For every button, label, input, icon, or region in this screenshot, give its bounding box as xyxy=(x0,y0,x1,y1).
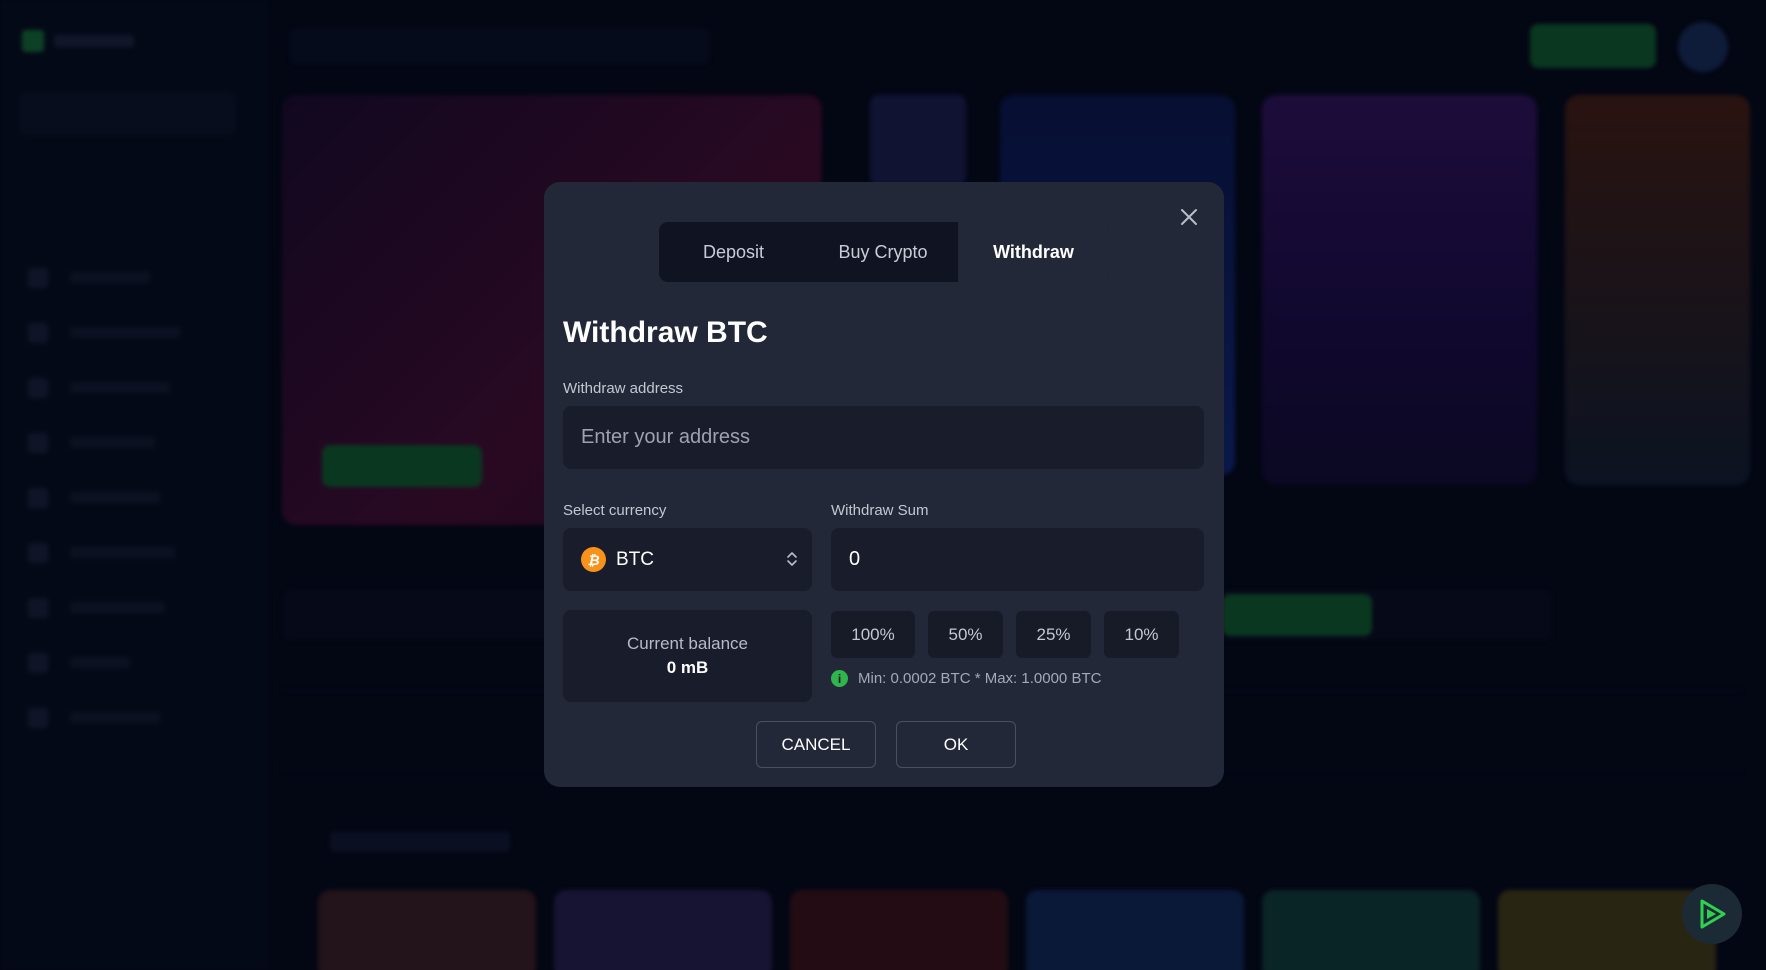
percent-10-button[interactable]: 10% xyxy=(1104,611,1179,658)
withdraw-address-input[interactable] xyxy=(563,406,1204,469)
tab-buy-crypto[interactable]: Buy Crypto xyxy=(808,222,958,282)
limits-text: Min: 0.0002 BTC * Max: 1.0000 BTC xyxy=(858,670,1102,687)
close-icon xyxy=(1181,209,1197,225)
percent-50-button[interactable]: 50% xyxy=(928,611,1003,658)
tab-withdraw[interactable]: Withdraw xyxy=(958,222,1109,282)
balance-label: Current balance xyxy=(627,634,748,653)
close-button[interactable] xyxy=(1174,202,1204,232)
modal-title: Withdraw BTC xyxy=(563,316,768,349)
floating-play-button[interactable] xyxy=(1682,884,1742,944)
address-label: Withdraw address xyxy=(563,380,684,397)
info-icon: i xyxy=(831,670,848,687)
current-balance-box: Current balance 0 mB xyxy=(563,610,812,702)
currency-value: BTC xyxy=(616,548,654,570)
percent-25-button[interactable]: 25% xyxy=(1016,611,1091,658)
tab-deposit[interactable]: Deposit xyxy=(659,222,808,282)
ok-button[interactable]: OK xyxy=(896,721,1016,768)
play-icon xyxy=(1700,899,1726,929)
percent-buttons: 100% 50% 25% 10% xyxy=(831,611,1179,658)
btc-icon: ₿ xyxy=(581,547,606,572)
withdraw-limits: i Min: 0.0002 BTC * Max: 1.0000 BTC xyxy=(831,670,1101,687)
sum-label: Withdraw Sum xyxy=(831,502,929,519)
cancel-button[interactable]: CANCEL xyxy=(756,721,876,768)
chevron-updown-icon xyxy=(787,552,797,566)
currency-label: Select currency xyxy=(563,502,667,519)
balance-value: 0 mB xyxy=(666,658,709,677)
withdraw-sum-input[interactable] xyxy=(831,528,1204,591)
wallet-modal: Deposit Buy Crypto Withdraw Withdraw BTC… xyxy=(544,182,1224,787)
currency-select[interactable]: ₿ BTC xyxy=(563,528,812,591)
wallet-tabs: Deposit Buy Crypto Withdraw xyxy=(659,222,1109,282)
percent-100-button[interactable]: 100% xyxy=(831,611,915,658)
